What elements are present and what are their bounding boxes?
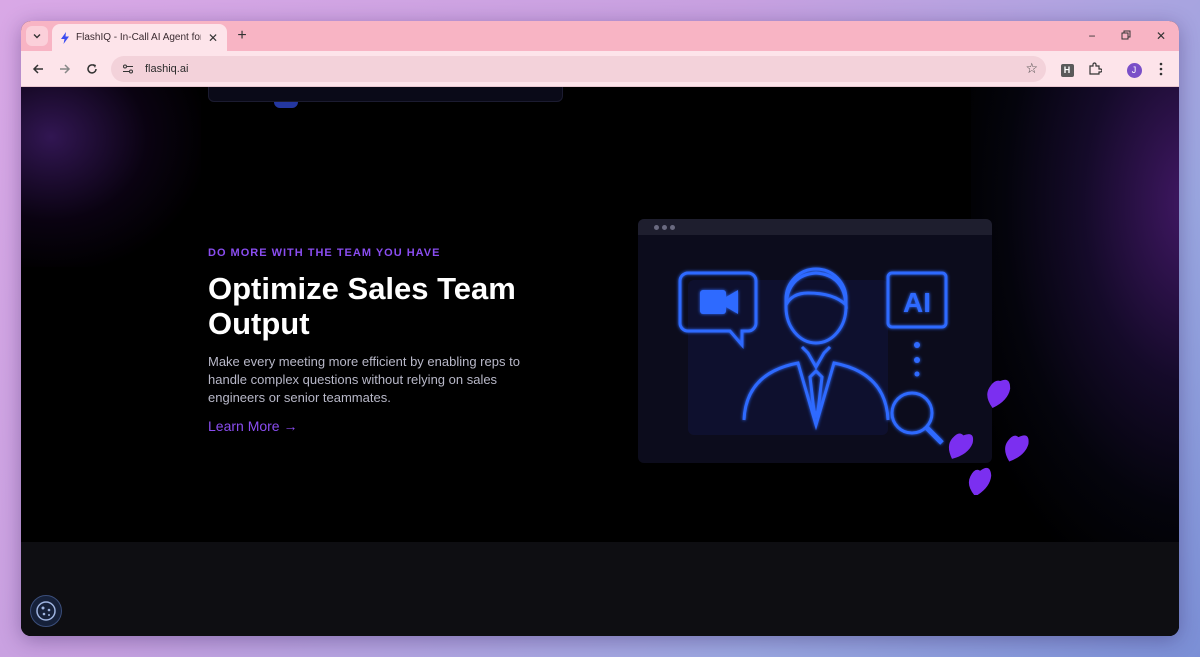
profile-avatar[interactable]: J bbox=[1125, 60, 1143, 78]
tab-search-button[interactable] bbox=[26, 26, 48, 46]
url-text: flashiq.ai bbox=[145, 63, 189, 75]
cookie-icon bbox=[36, 601, 56, 621]
reaction-hearts bbox=[948, 379, 1029, 495]
heart-icon bbox=[968, 467, 992, 495]
magnifier-icon bbox=[890, 391, 944, 445]
h-extension-icon[interactable]: H bbox=[1058, 60, 1076, 78]
illustration-window-bar bbox=[638, 219, 992, 235]
heart-icon bbox=[1005, 435, 1029, 462]
bookmark-star-icon[interactable]: ☆ bbox=[1025, 60, 1038, 77]
section-headline: Optimize Sales Team Output bbox=[208, 271, 516, 341]
chevron-down-icon bbox=[33, 34, 41, 39]
back-arrow-icon[interactable] bbox=[29, 60, 47, 78]
heart-icon bbox=[987, 379, 1011, 409]
ai-badge-label: AI bbox=[903, 287, 931, 318]
previous-section-card bbox=[208, 87, 563, 102]
browser-toolbar: flashiq.ai ☆ H J bbox=[21, 51, 1179, 87]
section-description: Make every meeting more efficient by ena… bbox=[208, 354, 520, 405]
cookie-settings-button[interactable] bbox=[30, 595, 62, 627]
learn-more-link[interactable]: Learn More → bbox=[208, 418, 297, 434]
page-content: DO MORE WITH THE TEAM YOU HAVE Optimize … bbox=[21, 87, 1179, 636]
browser-window: FlashIQ - In-Call AI Agent for Sa ✕ + − … bbox=[21, 21, 1179, 636]
next-section-band bbox=[21, 542, 1179, 636]
previous-section-glow bbox=[274, 102, 298, 108]
new-tab-button[interactable]: + bbox=[234, 27, 250, 45]
extensions-puzzle-icon[interactable] bbox=[1086, 60, 1104, 78]
minimize-icon[interactable]: − bbox=[1084, 28, 1100, 44]
restore-icon[interactable] bbox=[1118, 28, 1134, 44]
tab-strip: FlashIQ - In-Call AI Agent for Sa ✕ + − … bbox=[21, 21, 1179, 51]
section-eyebrow: DO MORE WITH THE TEAM YOU HAVE bbox=[208, 247, 441, 259]
background-glow-right bbox=[971, 87, 1179, 567]
forward-arrow-icon[interactable] bbox=[56, 60, 74, 78]
address-bar[interactable]: flashiq.ai ☆ bbox=[111, 56, 1046, 82]
reload-icon[interactable] bbox=[83, 60, 101, 78]
tab-close-icon[interactable]: ✕ bbox=[207, 31, 219, 45]
background-glow-left bbox=[21, 87, 201, 267]
flashiq-favicon-icon bbox=[61, 31, 69, 44]
site-settings-icon[interactable] bbox=[119, 60, 137, 78]
tab-title: FlashIQ - In-Call AI Agent for Sa bbox=[76, 32, 201, 43]
heart-icon bbox=[948, 433, 974, 459]
active-tab[interactable]: FlashIQ - In-Call AI Agent for Sa ✕ bbox=[52, 24, 227, 51]
close-window-icon[interactable]: ✕ bbox=[1153, 28, 1169, 44]
more-menu-icon[interactable] bbox=[1152, 60, 1170, 78]
